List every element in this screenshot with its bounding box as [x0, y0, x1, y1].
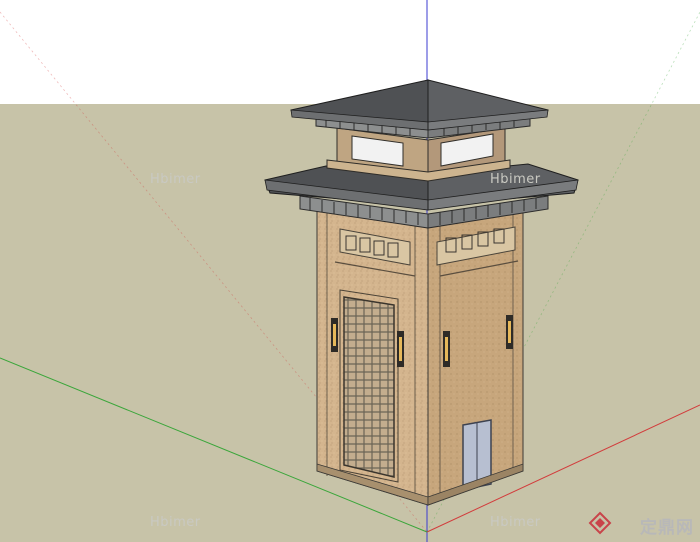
lattice-window-panel [343, 296, 395, 478]
sketchup-viewport [0, 0, 700, 542]
wall-lamp-right-1-glow [445, 337, 448, 361]
brand-name: 定鼎网 [640, 518, 694, 538]
watermark: Hbimer [150, 172, 201, 187]
wall-lamp-left-1-glow [333, 324, 336, 346]
watermark: Hbimer [490, 172, 541, 187]
watermark: Hbimer [490, 515, 541, 530]
wall-lamp-left-2-glow [399, 337, 402, 361]
sky [0, 0, 700, 104]
wall-lamp-right-2-glow [508, 321, 511, 343]
brand-watermark: 定鼎网 [614, 513, 694, 538]
watermark: Hbimer [150, 515, 201, 530]
